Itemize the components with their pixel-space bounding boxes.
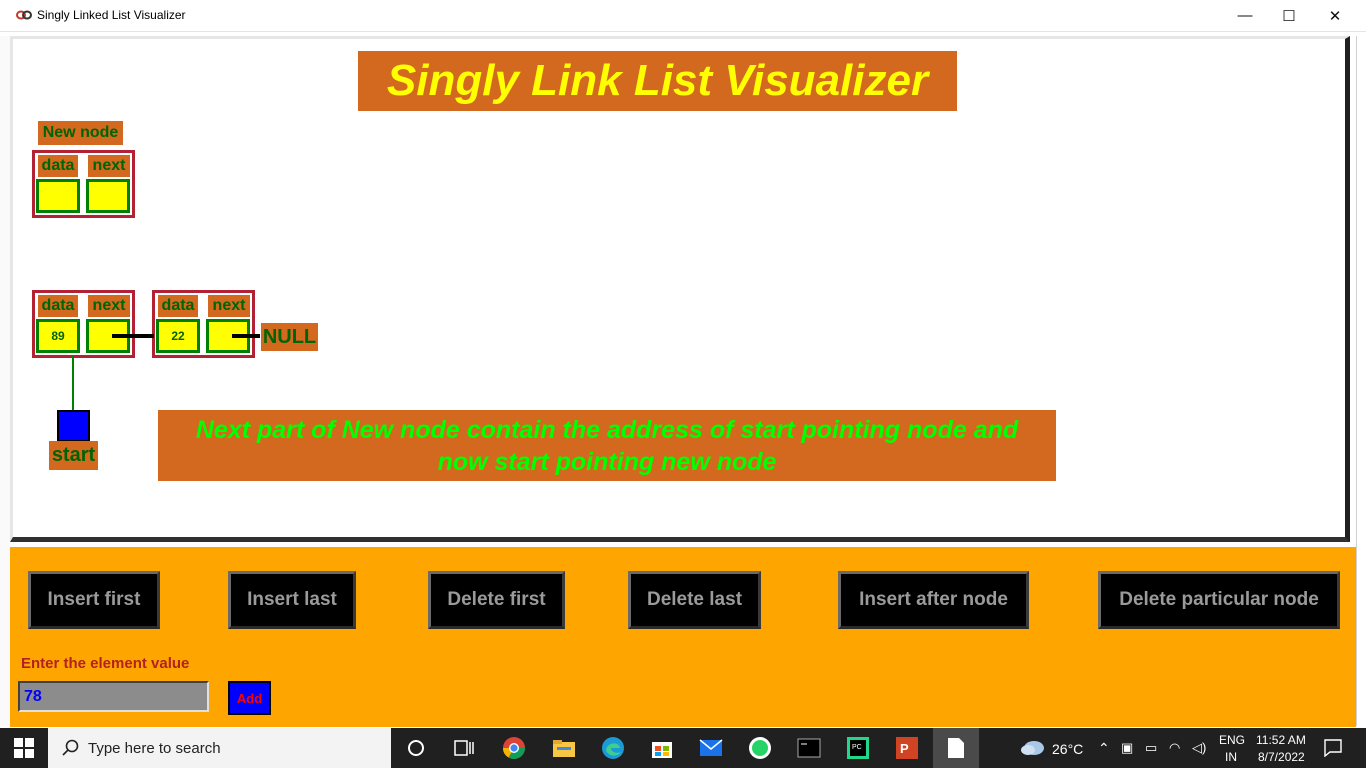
search-placeholder: Type here to search xyxy=(88,739,221,757)
start-pointer-box xyxy=(57,410,90,442)
status-message: Next part of New node contain the addres… xyxy=(158,410,1056,481)
mail-icon[interactable] xyxy=(697,734,725,762)
store-icon[interactable] xyxy=(648,734,676,762)
document-app-icon[interactable] xyxy=(942,734,970,762)
status-message-line-2: now start pointing new node xyxy=(437,447,777,476)
new-node-label: New node xyxy=(38,121,123,145)
link-node2-to-null xyxy=(232,334,260,338)
weather-temperature[interactable]: 26°C xyxy=(1052,741,1083,757)
insert-first-button[interactable]: Insert first xyxy=(28,571,160,629)
close-button[interactable]: ✕ xyxy=(1312,0,1358,31)
clock-time[interactable]: 11:52 AM xyxy=(1256,733,1306,747)
start-pointer-line xyxy=(72,356,74,412)
chrome-icon[interactable] xyxy=(500,734,528,762)
wifi-icon[interactable]: ◠ xyxy=(1169,740,1180,756)
list-node-1-data-header: data xyxy=(38,295,78,317)
taskbar-search-box[interactable]: Type here to search xyxy=(48,728,391,768)
weather-cloud-icon[interactable] xyxy=(1020,738,1046,761)
cortana-icon[interactable] xyxy=(402,734,430,762)
file-explorer-icon[interactable] xyxy=(550,734,578,762)
background-strip xyxy=(0,36,10,726)
delete-particular-node-button[interactable]: Delete particular node xyxy=(1098,571,1340,629)
delete-last-button[interactable]: Delete last xyxy=(628,571,761,629)
list-node-2-data-header: data xyxy=(158,295,198,317)
whatsapp-icon[interactable] xyxy=(746,734,774,762)
background-strip-right xyxy=(1356,36,1366,726)
new-node-next-header: next xyxy=(88,155,130,177)
windows-start-icon[interactable] xyxy=(14,738,34,758)
task-view-icon[interactable] xyxy=(450,734,478,762)
maximize-button[interactable]: ☐ xyxy=(1266,0,1312,31)
list-node-1-next-header: next xyxy=(88,295,130,317)
insert-last-button[interactable]: Insert last xyxy=(228,571,356,629)
status-message-line-1: Next part of New node contain the addres… xyxy=(195,415,1019,444)
new-node-next-cell xyxy=(86,179,130,213)
svg-text:P: P xyxy=(900,741,909,756)
list-node-2-next-header: next xyxy=(208,295,250,317)
svg-text:PC: PC xyxy=(852,744,862,751)
tray-chevron-up-icon[interactable]: ⌃ xyxy=(1098,740,1110,757)
insert-after-node-button[interactable]: Insert after node xyxy=(838,571,1029,629)
pycharm-icon[interactable]: PC xyxy=(844,734,872,762)
element-value-input[interactable] xyxy=(18,681,209,712)
element-value-label: Enter the element value xyxy=(21,655,190,672)
list-node-1-data-cell: 89 xyxy=(36,319,80,353)
meet-icon[interactable]: ▣ xyxy=(1121,740,1133,756)
language-bottom[interactable]: IN xyxy=(1225,750,1237,764)
language-top[interactable]: ENG xyxy=(1219,733,1245,747)
powerpoint-icon[interactable]: P xyxy=(893,734,921,762)
delete-first-button[interactable]: Delete first xyxy=(428,571,565,629)
clock-date[interactable]: 8/7/2022 xyxy=(1258,750,1305,764)
new-node-data-cell xyxy=(36,179,80,213)
page-title: Singly Link List Visualizer xyxy=(358,51,957,111)
new-node-data-header: data xyxy=(38,155,78,177)
search-icon xyxy=(62,739,79,756)
volume-icon[interactable]: ◁) xyxy=(1192,740,1206,756)
notification-icon[interactable] xyxy=(1324,739,1342,762)
edge-icon[interactable] xyxy=(599,734,627,762)
terminal-icon[interactable] xyxy=(795,734,823,762)
null-label: NULL xyxy=(261,323,318,351)
window-titlebar xyxy=(0,0,1366,32)
minimize-button[interactable]: — xyxy=(1222,0,1268,31)
app-icon xyxy=(16,10,32,20)
start-label: start xyxy=(49,441,98,470)
window-title: Singly Linked List Visualizer xyxy=(37,8,186,22)
add-button[interactable]: Add xyxy=(228,681,271,715)
battery-icon[interactable]: ▭ xyxy=(1145,740,1157,756)
link-node1-to-node2 xyxy=(112,334,154,338)
list-node-2-data-cell: 22 xyxy=(156,319,200,353)
